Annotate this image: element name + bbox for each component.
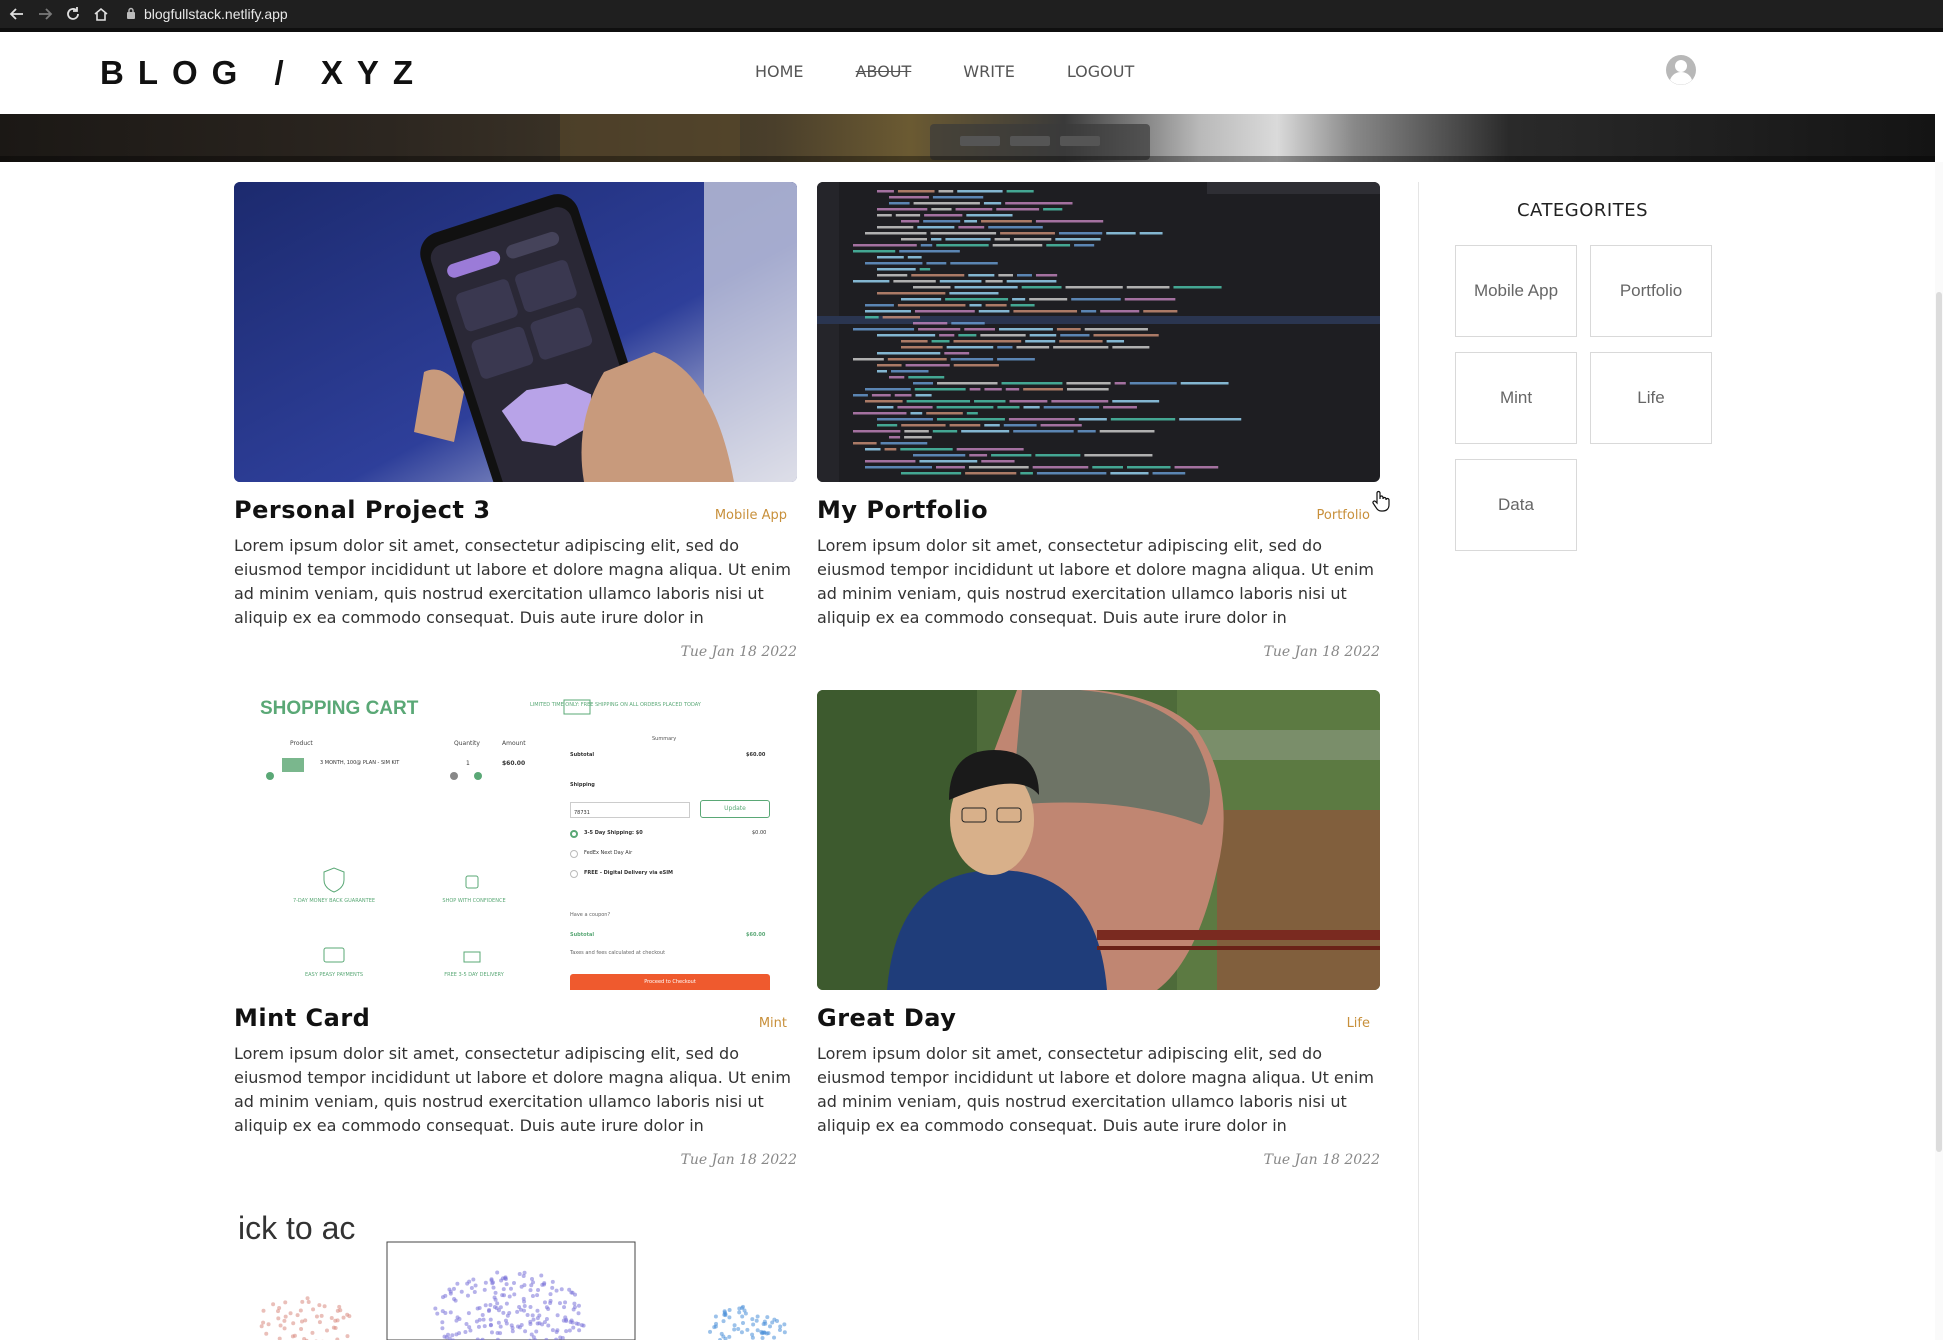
site-header: BLOG / XYZ HOME ABOUT WRITE LOGOUT <box>0 32 1943 114</box>
post-card[interactable]: Great Day Life Lorem ipsum dolor sit ame… <box>817 690 1380 1168</box>
cart-item: 3 MONTH, 100@ PLAN - SIM KIT <box>320 760 400 766</box>
post-image[interactable]: SHOPPING CART Product Quantity Amount 3 … <box>234 690 797 990</box>
shipping-radio[interactable] <box>570 850 578 858</box>
post-excerpt: Lorem ipsum dolor sit amet, consectetur … <box>817 1044 1374 1135</box>
post-excerpt: Lorem ipsum dolor sit amet, consectetur … <box>817 536 1374 627</box>
post-image[interactable] <box>817 690 1380 990</box>
cart-summary: Summary <box>652 736 677 742</box>
shipping-radio[interactable] <box>570 830 578 838</box>
browser-toolbar: blogfullstack.netlify.app <box>0 0 1943 28</box>
hero-banner-image <box>0 114 1935 162</box>
badge-delivery: FREE 3-5 DAY DELIVERY <box>444 972 504 978</box>
product-thumbnail <box>282 758 304 772</box>
category-mint[interactable]: Mint <box>1455 352 1577 444</box>
cart-qty: 1 <box>466 760 470 767</box>
url-text: blogfullstack.netlify.app <box>144 6 288 22</box>
categories-title: CATEGORITES <box>1516 200 1649 221</box>
nav-write[interactable]: WRITE <box>963 62 1015 81</box>
post-category[interactable]: Portfolio <box>1317 508 1370 523</box>
cart-subtotal-2: $60.00 <box>746 932 766 938</box>
post-card[interactable]: My Portfolio Portfolio Lorem ipsum dolor… <box>817 182 1380 660</box>
forward-icon[interactable] <box>34 3 56 25</box>
main-nav: HOME ABOUT WRITE LOGOUT <box>755 62 1186 81</box>
post-category[interactable]: Mobile App <box>715 508 787 523</box>
cart-product-col: Product <box>290 740 313 747</box>
post-date: Tue Jan 18 2022 <box>680 644 797 660</box>
post-category[interactable]: Mint <box>759 1016 787 1031</box>
post-excerpt: Lorem ipsum dolor sit amet, consectetur … <box>234 536 791 627</box>
sidebar-divider <box>1418 182 1419 1340</box>
zip-input[interactable]: 78731 <box>570 802 690 818</box>
post-excerpt: Lorem ipsum dolor sit amet, consectetur … <box>234 1044 791 1135</box>
post-category[interactable]: Life <box>1347 1016 1370 1031</box>
cart-taxes: Taxes and fees calculated at checkout <box>570 950 666 956</box>
post-title[interactable]: My Portfolio <box>817 496 988 524</box>
hand-cursor-icon <box>1371 490 1391 512</box>
checkout-button[interactable]: Proceed to Checkout <box>570 974 770 990</box>
ship-option-1: 3-5 Day Shipping: $0 <box>584 830 643 836</box>
post-title[interactable]: Mint Card <box>234 1004 370 1032</box>
ship-option-1-price: $0.00 <box>752 830 767 836</box>
category-mobile-app[interactable]: Mobile App <box>1455 245 1577 337</box>
post-date: Tue Jan 18 2022 <box>1263 644 1380 660</box>
scrollbar-thumb[interactable] <box>1936 292 1942 1152</box>
badge-payments: EASY PEASY PAYMENTS <box>304 972 364 978</box>
site-logo[interactable]: BLOG / XYZ <box>100 54 427 92</box>
user-avatar-icon[interactable] <box>1665 54 1697 86</box>
back-icon[interactable] <box>6 3 28 25</box>
address-bar[interactable]: blogfullstack.netlify.app <box>126 6 288 22</box>
cart-quantity-col: Quantity <box>454 740 480 747</box>
category-life[interactable]: Life <box>1590 352 1712 444</box>
nav-home[interactable]: HOME <box>755 62 804 81</box>
cart-subtotal-label-2: Subtotal <box>570 932 595 938</box>
post-image[interactable] <box>234 182 797 482</box>
scatter-plot-image[interactable] <box>234 1200 797 1340</box>
post-title[interactable]: Personal Project 3 <box>234 496 491 524</box>
cart-subtotal: $60.00 <box>746 752 766 758</box>
post-card-partial[interactable]: ick to ac <box>234 1200 797 1340</box>
category-portfolio[interactable]: Portfolio <box>1590 245 1712 337</box>
update-button[interactable]: Update <box>700 800 770 818</box>
cart-promo: LIMITED TIME ONLY: FREE SHIPPING ON ALL … <box>530 702 701 708</box>
post-card[interactable]: SHOPPING CART Product Quantity Amount 3 … <box>234 690 797 1168</box>
cart-amount-col: Amount <box>502 740 526 747</box>
cart-heading: SHOPPING CART <box>260 698 419 719</box>
lock-icon <box>126 6 136 22</box>
post-title[interactable]: Great Day <box>817 1004 956 1032</box>
ship-option-2: FedEx Next Day Air <box>584 850 633 856</box>
cart-subtotal-label: Subtotal <box>570 752 595 758</box>
coupon-link[interactable]: Have a coupon? <box>570 912 610 918</box>
home-icon[interactable] <box>90 3 112 25</box>
cart-amount: $60.00 <box>502 760 526 767</box>
ship-option-3: FREE - Digital Delivery via eSIM <box>584 870 674 876</box>
sidebar: CATEGORITES Mobile App Portfolio Mint Li… <box>1455 200 1715 551</box>
post-date: Tue Jan 18 2022 <box>1263 1152 1380 1168</box>
post-image[interactable] <box>817 182 1380 482</box>
nav-about[interactable]: ABOUT <box>856 62 912 81</box>
badge-guarantee: 7-DAY MONEY BACK GUARANTEE <box>292 898 376 904</box>
category-data[interactable]: Data <box>1455 459 1577 551</box>
post-card[interactable]: Personal Project 3 Mobile App Lorem ipsu… <box>234 182 797 660</box>
category-grid: Mobile App Portfolio Mint Life Data <box>1455 245 1715 551</box>
nav-logout[interactable]: LOGOUT <box>1067 62 1134 81</box>
post-date: Tue Jan 18 2022 <box>680 1152 797 1168</box>
badge-confidence: SHOP WITH CONFIDENCE <box>442 898 506 904</box>
reload-icon[interactable] <box>62 3 84 25</box>
cart-shipping: Shipping <box>570 782 595 788</box>
shipping-radio[interactable] <box>570 870 578 878</box>
